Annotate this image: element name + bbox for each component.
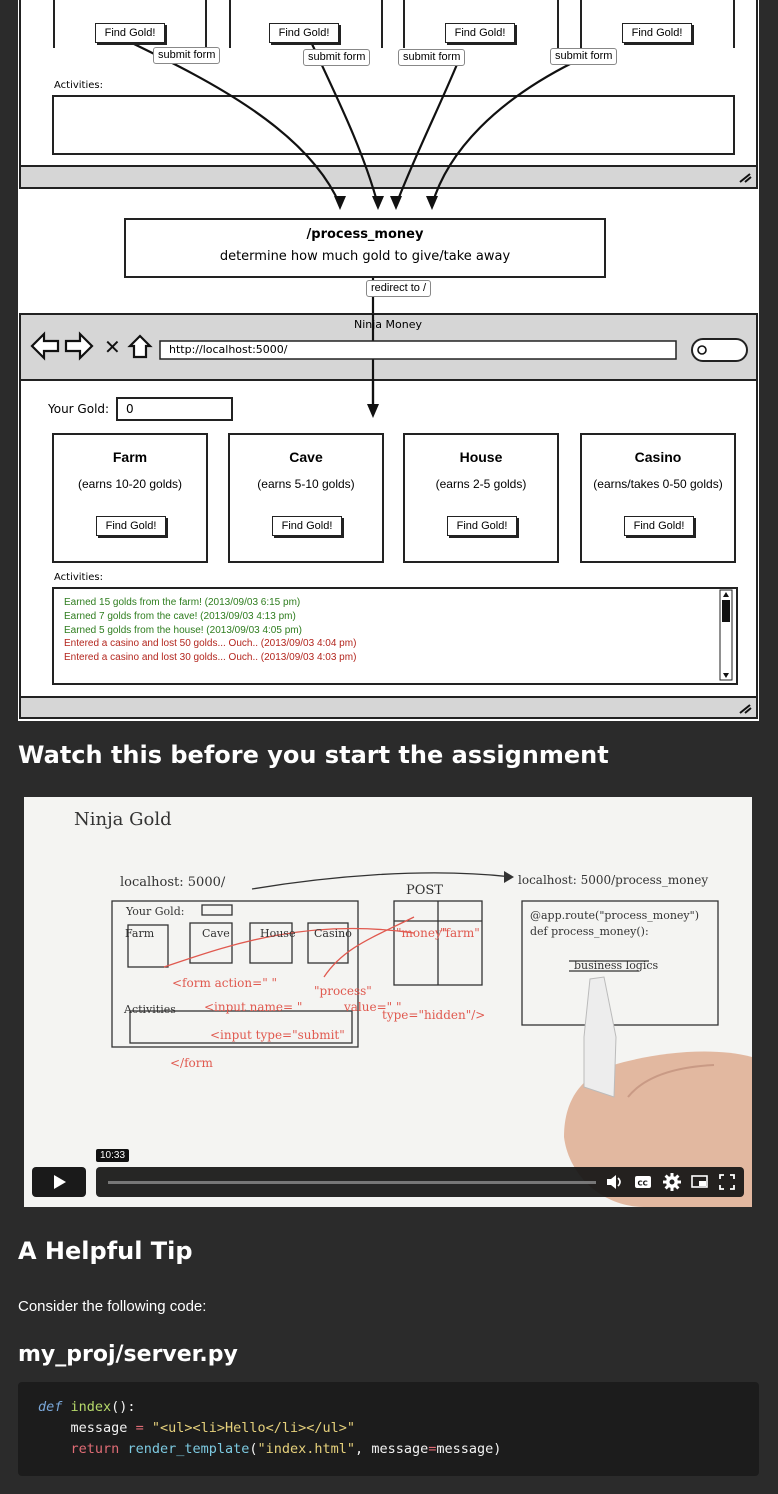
duration-label: 10:33 (96, 1149, 130, 1162)
svg-text:Activities: Activities (123, 1003, 176, 1016)
svg-text:"farm": "farm" (440, 926, 480, 940)
process-description: determine how much gold to give/take awa… (219, 249, 511, 264)
svg-text:Farm: Farm (125, 927, 155, 940)
svg-text:✕: ✕ (104, 335, 121, 359)
svg-text:Your Gold:: Your Gold: (125, 905, 184, 918)
code-keyword: def (38, 1399, 63, 1415)
whiteboard-post: POST (406, 883, 443, 898)
code-value: message (436, 1441, 494, 1457)
browser-title: Ninja Money (353, 318, 423, 331)
submit-form-tag-2: submit form (303, 49, 371, 66)
code-operator: = (135, 1420, 144, 1436)
watch-heading: Watch this before you start the assignme… (18, 741, 609, 769)
code-string: "<ul><li>Hello</li></ul>" (151, 1420, 356, 1436)
code-line-2: message = "<ul><li>Hello</li></ul>" (38, 1418, 356, 1439)
activities-label-top: Activities: (54, 80, 103, 91)
svg-text:business logics: business logics (574, 959, 659, 972)
play-button[interactable] (32, 1167, 86, 1197)
whiteboard-drawing: <form action=" " <input name= " <input t… (111, 871, 752, 1207)
activities-log: Earned 15 golds from the farm! (2013/09/… (52, 587, 738, 685)
code-punct: (): (111, 1399, 136, 1415)
building-farm: Farm (earns 10-20 golds) Find Gold! (52, 433, 208, 563)
code-variable: message (70, 1420, 128, 1436)
code-line-1: def index(): (38, 1397, 136, 1418)
control-bar: CC (96, 1167, 744, 1197)
code-function: render_template (127, 1441, 250, 1457)
svg-text:Cave: Cave (202, 927, 230, 940)
play-icon (54, 1175, 66, 1189)
find-gold-button-casino[interactable]: Find Gold! (624, 516, 694, 536)
building-cave: Cave (earns 5-10 golds) Find Gold! (228, 433, 384, 563)
submit-form-tag-3: submit form (398, 49, 466, 66)
settings-gear-icon[interactable] (662, 1172, 682, 1192)
browser-url[interactable]: http://localhost:5000/ (169, 343, 287, 356)
svg-text:type="hidden"/>: type="hidden"/> (382, 1008, 485, 1022)
wireframe-diagram: ✕ Find Gold! Find Gold! Find Gold! Find … (18, 0, 759, 721)
whiteboard-title: Ninja Gold (74, 809, 172, 830)
code-function: index (70, 1399, 112, 1415)
find-gold-button-cave[interactable]: Find Gold! (272, 516, 342, 536)
building-subtitle: (earns 2-5 golds) (435, 477, 527, 491)
volume-icon[interactable] (604, 1172, 624, 1192)
building-name: Farm (112, 449, 148, 465)
svg-text:House: House (260, 927, 295, 940)
building-casino: Casino (earns/takes 0-50 golds) Find Gol… (580, 433, 736, 563)
activities-list: Earned 15 golds from the farm! (2013/09/… (64, 596, 356, 665)
top-find-gold-button-4[interactable]: Find Gold! (622, 23, 692, 43)
top-find-gold-button-1[interactable]: Find Gold! (95, 23, 165, 43)
code-keyword: return (70, 1441, 120, 1457)
activity-log-line: Entered a casino and lost 30 golds... Ou… (64, 652, 357, 664)
svg-text:<input name= ": <input name= " (204, 1000, 302, 1014)
svg-text:def process_money():: def process_money(): (530, 925, 649, 938)
activities-label: Activities: (54, 572, 103, 583)
code-arg: message (371, 1441, 429, 1457)
picture-in-picture-icon[interactable] (690, 1173, 710, 1191)
code-string: "index.html" (257, 1441, 356, 1457)
video-controls: 10:33 CC (32, 1149, 744, 1197)
building-house: House (earns 2-5 golds) Find Gold! (403, 433, 559, 563)
svg-text:<input type="submit": <input type="submit" (210, 1028, 345, 1042)
activity-log-line: Earned 7 golds from the cave! (2013/09/0… (64, 610, 296, 622)
building-name: House (459, 449, 503, 465)
activity-log-line: Entered a casino and lost 50 golds... Ou… (64, 638, 357, 650)
svg-text:"process": "process" (314, 984, 372, 998)
video-player[interactable]: <form action=" " <input name= " <input t… (24, 797, 752, 1207)
activity-log-line: Earned 5 golds from the house! (2013/09/… (64, 624, 302, 636)
submit-form-tag-4: submit form (550, 48, 618, 65)
submit-form-tag-1: submit form (153, 47, 221, 64)
your-gold-label: Your Gold: (48, 402, 110, 416)
svg-text:<form action=" ": <form action=" " (172, 976, 277, 990)
building-subtitle: (earns 5-10 golds) (257, 477, 355, 491)
svg-text:@app.route("process_money"): @app.route("process_money") (530, 909, 699, 922)
tip-text: Consider the following code: (18, 1298, 207, 1315)
your-gold-value: 0 (126, 402, 134, 416)
top-find-gold-button-2[interactable]: Find Gold! (269, 23, 339, 43)
find-gold-button-house[interactable]: Find Gold! (447, 516, 517, 536)
svg-text:Casino: Casino (314, 927, 352, 940)
whiteboard-url-left: localhost: 5000/ (120, 875, 226, 890)
building-name: Cave (289, 449, 323, 465)
code-block: def index(): message = "<ul><li>Hello</l… (18, 1382, 759, 1476)
svg-text:</form: </form (170, 1056, 214, 1070)
find-gold-button-farm[interactable]: Find Gold! (96, 516, 166, 536)
progress-track[interactable] (108, 1181, 596, 1184)
building-subtitle: (earns 10-20 golds) (77, 477, 183, 491)
activity-log-line: Earned 15 golds from the farm! (2013/09/… (64, 597, 301, 608)
redirect-tag: redirect to / (366, 280, 432, 297)
code-line-3: return render_template("index.html", mes… (70, 1441, 502, 1457)
building-subtitle: (earns/takes 0-50 golds) (593, 477, 723, 491)
fullscreen-icon[interactable] (718, 1173, 736, 1191)
building-name: Casino (634, 449, 682, 465)
process-route: /process_money (306, 227, 424, 242)
whiteboard-url-right: localhost: 5000/process_money (518, 873, 709, 887)
file-heading: my_proj/server.py (18, 1342, 238, 1367)
top-find-gold-button-3[interactable]: Find Gold! (445, 23, 515, 43)
tip-heading: A Helpful Tip (18, 1237, 193, 1265)
svg-text:CC: CC (638, 1180, 648, 1188)
captions-icon[interactable]: CC (634, 1174, 652, 1190)
